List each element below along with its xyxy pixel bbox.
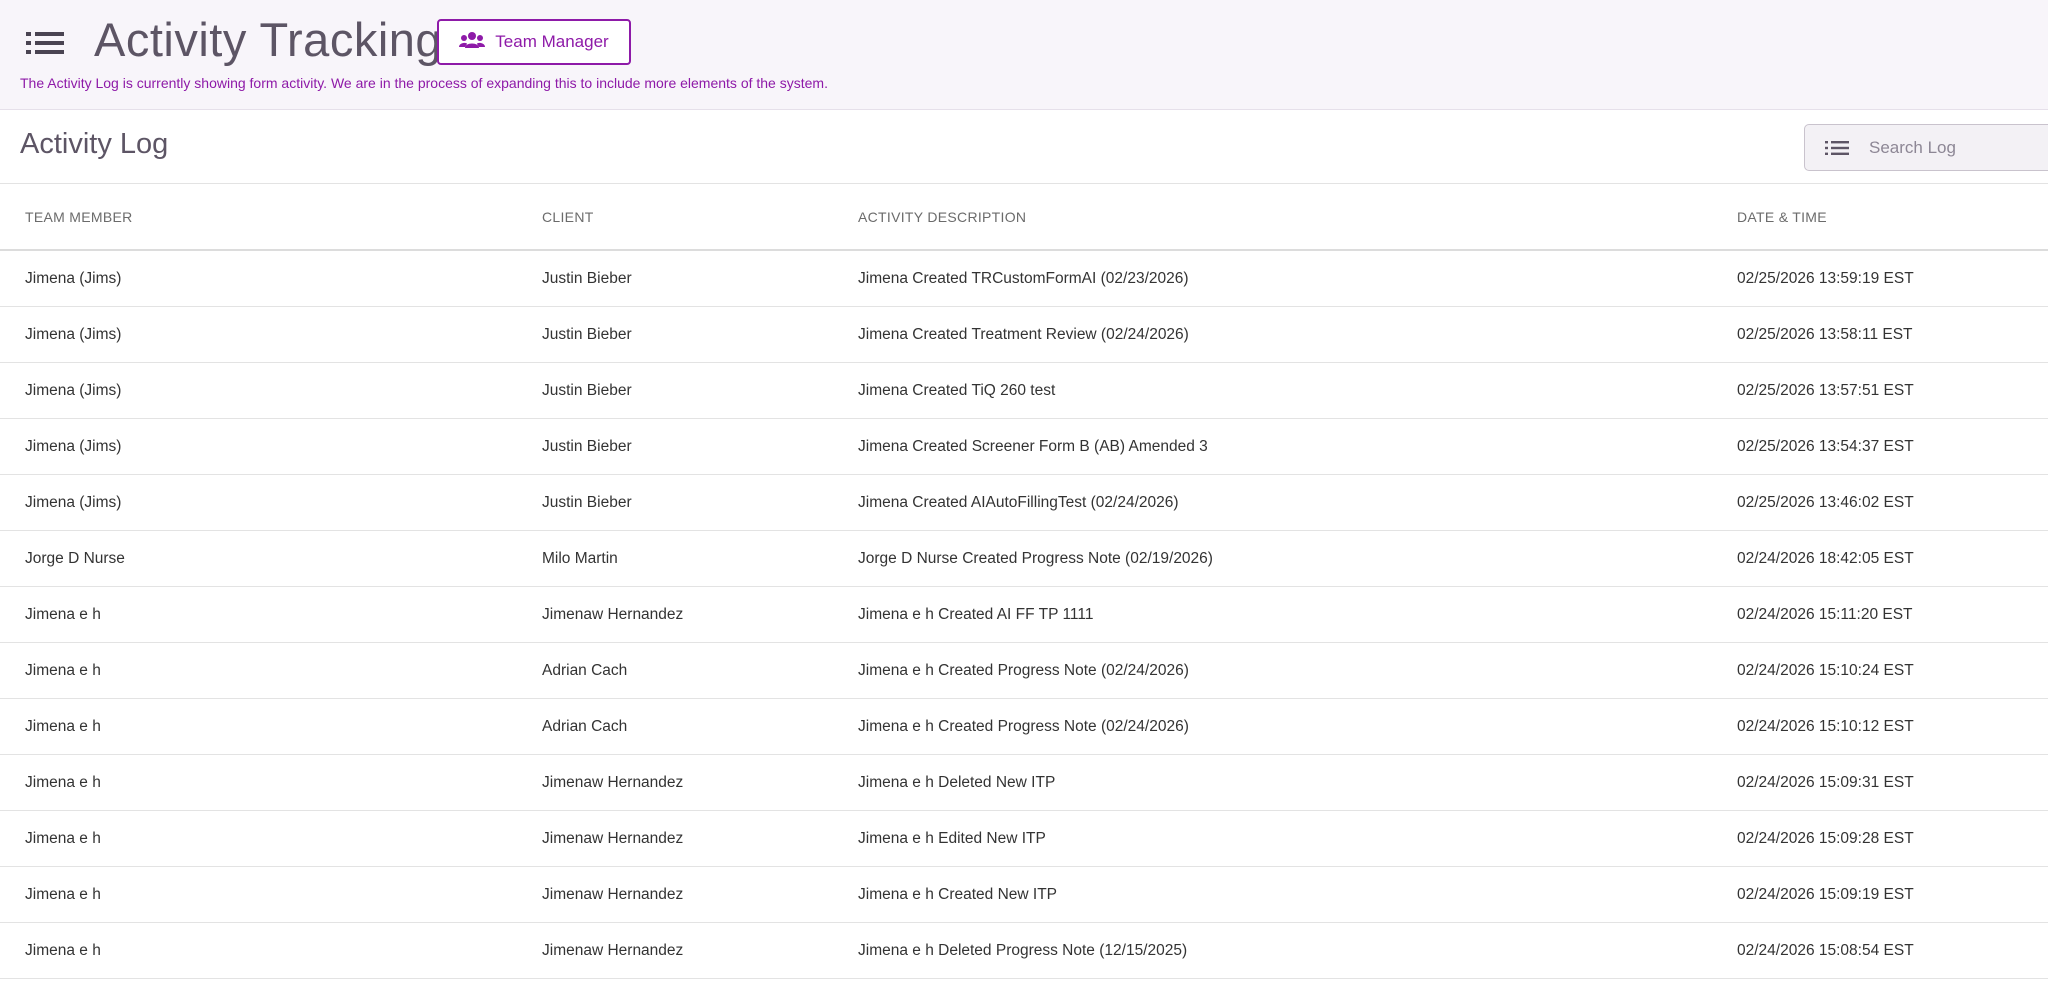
date-time-cell: 02/24/2026 15:08:54 EST	[1737, 942, 1914, 959]
client-cell: Jimenaw Hernandez	[542, 830, 684, 847]
client-cell: Jimenaw Hernandez	[542, 886, 684, 903]
table-row[interactable]: Jimena e h Jimenaw Hernandez Jimena e h Cr…	[0, 587, 2048, 643]
client-cell: Justin Bieber	[542, 494, 632, 511]
column-header-client[interactable]: CLIENT	[542, 209, 594, 225]
activity-table: TEAM MEMBER CLIENT ACTIVITY DESCRIPTION …	[0, 185, 2048, 979]
client-cell: Milo Martin	[542, 550, 618, 567]
activity-log-title: Activity Log	[20, 128, 169, 160]
date-time-cell: 02/24/2026 15:10:24 EST	[1737, 662, 1914, 679]
client-cell: Jimenaw Hernandez	[542, 606, 684, 623]
activity-description-cell: Jimena Created TRCustomFormAI (02/23/202…	[858, 270, 1189, 287]
column-header-date-time[interactable]: DATE & TIME	[1737, 209, 1827, 225]
team-member-cell: Jimena e h	[25, 886, 101, 903]
client-cell: Adrian Cach	[542, 662, 628, 679]
column-header-activity-description[interactable]: ACTIVITY DESCRIPTION	[858, 209, 1026, 225]
activity-description-cell: Jimena e h Created AI FF TP 1111	[858, 606, 1094, 623]
client-cell: Adrian Cach	[542, 718, 628, 735]
table-row[interactable]: Jimena (Jims) Justin Bieber Jimena Created…	[0, 251, 2048, 307]
client-cell: Justin Bieber	[542, 382, 632, 399]
date-time-cell: 02/25/2026 13:58:11 EST	[1737, 326, 1913, 343]
client-cell: Justin Bieber	[542, 270, 632, 287]
team-member-cell: Jimena (Jims)	[25, 382, 122, 399]
table-row[interactable]: Jimena e h Adrian Cach Jimena e h Created …	[0, 699, 2048, 755]
team-member-cell: Jimena e h	[25, 718, 101, 735]
activity-description-cell: Jimena Created TiQ 260 test	[858, 382, 1056, 399]
list-icon	[1825, 139, 1849, 157]
activity-description-cell: Jorge D Nurse Created Progress Note (02/…	[858, 550, 1213, 567]
page-header: Activity Tracking Team Manager The Activ…	[0, 0, 2048, 110]
activity-description-cell: Jimena e h Created Progress Note (02/24/…	[858, 662, 1189, 679]
activity-description-cell: Jimena e h Edited New ITP	[858, 830, 1046, 847]
table-row[interactable]: Jimena e h Jimenaw Hernandez Jimena e h De…	[0, 755, 2048, 811]
team-member-cell: Jimena (Jims)	[25, 326, 122, 343]
team-manager-button[interactable]: Team Manager	[437, 19, 631, 65]
activity-notice: The Activity Log is currently showing fo…	[20, 75, 828, 91]
date-time-cell: 02/24/2026 18:42:05 EST	[1737, 550, 1914, 567]
date-time-cell: 02/24/2026 15:10:12 EST	[1737, 718, 1914, 735]
date-time-cell: 02/24/2026 15:09:28 EST	[1737, 830, 1914, 847]
table-row[interactable]: Jimena e h Jimenaw Hernandez Jimena e h De…	[0, 923, 2048, 979]
activity-description-cell: Jimena e h Created New ITP	[858, 886, 1058, 903]
menu-icon[interactable]	[26, 28, 66, 58]
table-header: TEAM MEMBER CLIENT ACTIVITY DESCRIPTION …	[0, 185, 2048, 251]
team-member-cell: Jimena (Jims)	[25, 270, 122, 287]
date-time-cell: 02/25/2026 13:57:51 EST	[1737, 382, 1914, 399]
client-cell: Jimenaw Hernandez	[542, 942, 684, 959]
client-cell: Jimenaw Hernandez	[542, 774, 684, 791]
table-row[interactable]: Jimena (Jims) Justin Bieber Jimena Created…	[0, 307, 2048, 363]
activity-description-cell: Jimena e h Created Progress Note (02/24/…	[858, 718, 1189, 735]
table-row[interactable]: Jimena e h Jimenaw Hernandez Jimena e h Cr…	[0, 867, 2048, 923]
activity-description-cell: Jimena Created Treatment Review (02/24/2…	[858, 326, 1189, 343]
table-row[interactable]: Jorge D Nurse Milo Martin Jorge D Nurse Cr…	[0, 531, 2048, 587]
team-member-cell: Jimena e h	[25, 830, 101, 847]
team-member-cell: Jimena e h	[25, 774, 101, 791]
team-member-cell: Jimena (Jims)	[25, 438, 122, 455]
client-cell: Justin Bieber	[542, 438, 632, 455]
activity-log-bar: Activity Log	[0, 111, 2048, 184]
date-time-cell: 02/24/2026 15:09:31 EST	[1737, 774, 1914, 791]
activity-description-cell: Jimena Created Screener Form B (AB) Amen…	[858, 438, 1208, 455]
team-member-cell: Jimena e h	[25, 662, 101, 679]
team-member-cell: Jimena e h	[25, 942, 101, 959]
table-row[interactable]: Jimena (Jims) Justin Bieber Jimena Created…	[0, 363, 2048, 419]
table-row[interactable]: Jimena (Jims) Justin Bieber Jimena Created…	[0, 475, 2048, 531]
search-box[interactable]	[1804, 124, 2048, 171]
search-input[interactable]	[1867, 136, 2047, 159]
table-row[interactable]: Jimena (Jims) Justin Bieber Jimena Created…	[0, 419, 2048, 475]
users-icon	[459, 31, 486, 54]
table-row[interactable]: Jimena e h Adrian Cach Jimena e h Created …	[0, 643, 2048, 699]
page-title: Activity Tracking	[94, 13, 443, 66]
activity-description-cell: Jimena Created AIAutoFillingTest (02/24/…	[858, 494, 1179, 511]
column-header-team-member[interactable]: TEAM MEMBER	[25, 209, 133, 225]
table-body: Jimena (Jims) Justin Bieber Jimena Created…	[0, 251, 2048, 979]
team-member-cell: Jimena e h	[25, 606, 101, 623]
activity-description-cell: Jimena e h Deleted New ITP	[858, 774, 1056, 791]
date-time-cell: 02/24/2026 15:11:20 EST	[1737, 606, 1913, 623]
activity-description-cell: Jimena e h Deleted Progress Note (12/15/…	[858, 942, 1188, 959]
table-row[interactable]: Jimena e h Jimenaw Hernandez Jimena e h Ed…	[0, 811, 2048, 867]
team-member-cell: Jimena (Jims)	[25, 494, 122, 511]
date-time-cell: 02/25/2026 13:54:37 EST	[1737, 438, 1914, 455]
date-time-cell: 02/25/2026 13:59:19 EST	[1737, 270, 1914, 287]
date-time-cell: 02/25/2026 13:46:02 EST	[1737, 494, 1914, 511]
team-manager-label: Team Manager	[495, 32, 609, 51]
client-cell: Justin Bieber	[542, 326, 632, 343]
date-time-cell: 02/24/2026 15:09:19 EST	[1737, 886, 1914, 903]
team-member-cell: Jorge D Nurse	[25, 550, 125, 567]
